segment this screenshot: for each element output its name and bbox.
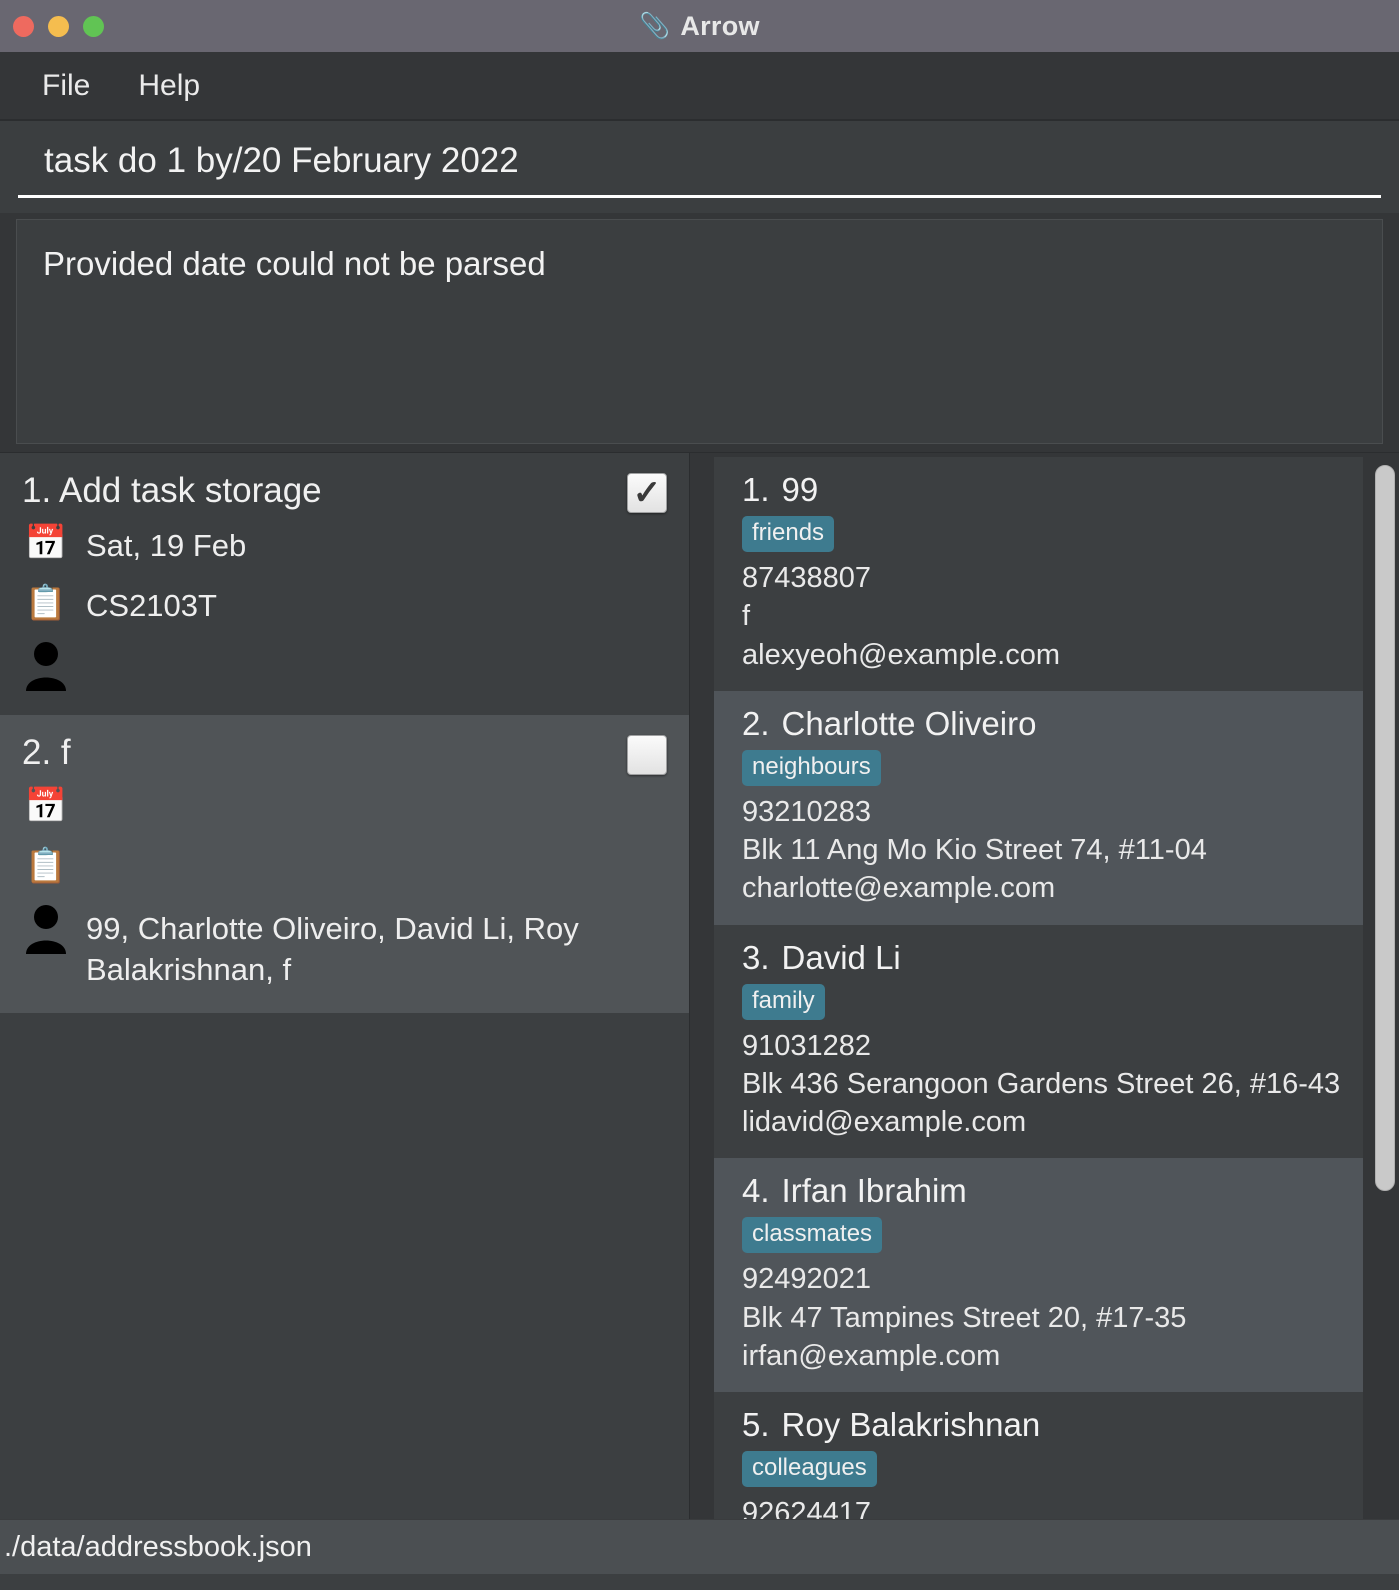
- result-display: Provided date could not be parsed: [16, 219, 1383, 444]
- main-panes: 1. Add task storage 📅 Sat, 19 Feb 📋 CS21…: [0, 452, 1399, 1519]
- contact-list-item[interactable]: 2. Charlotte Oliveiro neighbours 93210283…: [714, 690, 1363, 925]
- contact-name: David Li: [781, 938, 901, 976]
- contact-tag: colleagues: [742, 1451, 877, 1487]
- contact-name-row: 4. Irfan Ibrahim: [742, 1172, 1337, 1210]
- result-display-wrapper: Provided date could not be parsed: [0, 213, 1399, 452]
- calendar-clock-icon: 📅: [24, 786, 68, 825]
- contact-index: 5.: [742, 1406, 770, 1443]
- contact-list-scrollbar[interactable]: [1375, 461, 1395, 1513]
- address-book-icon: 📎: [639, 11, 671, 40]
- status-bar: ./data/addressbook.json: [0, 1519, 1399, 1574]
- contact-phone: 92492021: [742, 1263, 872, 1296]
- contact-index: 3.: [742, 938, 770, 976]
- contact-name: Roy Balakrishnan: [781, 1406, 1041, 1443]
- task-project-row: 📋 CS2103T: [22, 577, 667, 633]
- pane-divider[interactable]: [690, 453, 706, 1519]
- window-title-group: 📎 Arrow: [0, 11, 1399, 42]
- contact-tag: classmates: [742, 1217, 883, 1254]
- contact-tag: neighbours: [742, 749, 881, 786]
- contact-address: Blk 47 Tampines Street 20, #17-35: [742, 1301, 1187, 1334]
- checkmark-icon: ✓: [632, 474, 662, 512]
- task-list-item[interactable]: 2. f 📅 📋 99, Charlotte Oliveiro, David L…: [0, 715, 689, 1014]
- contact-name-row: 1. 99: [742, 471, 1337, 509]
- task-date: Sat, 19 Feb: [86, 528, 247, 564]
- contact-address: Blk 11 Ang Mo Kio Street 74, #11-04: [742, 834, 1207, 866]
- contact-phone: 91031282: [742, 1029, 872, 1062]
- project-icon: 📋: [24, 584, 68, 623]
- person-icon: [22, 637, 70, 692]
- person-icon: [22, 900, 70, 954]
- contact-name: Charlotte Oliveiro: [781, 704, 1037, 742]
- save-location-status: ./data/addressbook.json: [4, 1530, 312, 1563]
- task-done-checkbox[interactable]: ✓: [627, 473, 667, 513]
- maximize-window-button[interactable]: [83, 15, 104, 37]
- contact-email: alexyeoh@example.com: [742, 638, 1060, 671]
- task-title: 1. Add task storage: [22, 471, 322, 510]
- contact-list-item[interactable]: 5.Roy Balakrishnan colleagues 92624417 B…: [714, 1392, 1363, 1519]
- contact-address: Blk 436 Serangoon Gardens Street 26, #16…: [742, 1067, 1341, 1100]
- task-list-panel[interactable]: 1. Add task storage 📅 Sat, 19 Feb 📋 CS21…: [0, 453, 690, 1519]
- contact-phone: 93210283: [742, 795, 872, 828]
- contact-list-item[interactable]: 4. Irfan Ibrahim classmates 92492021 Blk …: [714, 1158, 1363, 1392]
- calendar-clock-icon: 📅: [24, 524, 68, 563]
- task-date-row: 📅 Sat, 19 Feb: [22, 517, 667, 573]
- task-list-item[interactable]: 1. Add task storage 📅 Sat, 19 Feb 📋 CS21…: [0, 453, 689, 716]
- task-people-row: [22, 637, 667, 693]
- task-project-row: 📋: [22, 840, 667, 896]
- command-input[interactable]: [18, 136, 1381, 198]
- contact-name-row: 3. David Li: [742, 939, 1337, 977]
- contact-index: 4.: [742, 1172, 770, 1210]
- contact-email: lidavid@example.com: [742, 1106, 1027, 1138]
- menu-bar: File Help: [0, 52, 1399, 121]
- contact-email: irfan@example.com: [742, 1339, 1001, 1372]
- task-people-row: 99, Charlotte Oliveiro, David Li, Roy Ba…: [22, 900, 667, 992]
- menu-item-help[interactable]: Help: [128, 65, 210, 107]
- scrollbar-thumb[interactable]: [1375, 465, 1395, 1191]
- contact-list-item[interactable]: 1. 99 friends 87438807 f alexyeoh@example…: [714, 457, 1363, 691]
- task-done-checkbox[interactable]: [627, 735, 667, 776]
- task-people: 99, Charlotte Oliveiro, David Li, Roy Ba…: [86, 910, 579, 988]
- contact-address: f: [742, 600, 751, 633]
- contact-email: charlotte@example.com: [742, 872, 1056, 905]
- task-date-row: 📅: [22, 780, 667, 836]
- window-titlebar: 📎 Arrow: [0, 0, 1399, 52]
- contact-index: 2.: [742, 704, 770, 742]
- contact-list-item[interactable]: 3. David Li family 91031282 Blk 436 Seran…: [714, 924, 1363, 1159]
- contact-name: Irfan Ibrahim: [781, 1172, 967, 1210]
- contact-name: 99: [781, 471, 819, 508]
- command-box: [0, 121, 1399, 213]
- contact-tag: family: [742, 983, 825, 1020]
- contact-phone: 87438807: [742, 562, 872, 594]
- task-project: CS2103T: [86, 588, 217, 624]
- contact-tag: friends: [742, 516, 835, 552]
- menu-item-file[interactable]: File: [32, 65, 100, 107]
- contact-name-row: 5. Roy Balakrishnan: [742, 1406, 1337, 1444]
- task-title: 2. f: [22, 733, 71, 773]
- contact-list-panel[interactable]: 1. 99 friends 87438807 f alexyeoh@example…: [706, 453, 1399, 1519]
- window-title: Arrow: [680, 10, 760, 41]
- contact-list: 1. 99 friends 87438807 f alexyeoh@example…: [706, 453, 1399, 1519]
- contact-name-row: 2. Charlotte Oliveiro: [742, 705, 1337, 743]
- project-icon: 📋: [24, 846, 68, 885]
- traffic-light-group: [13, 15, 104, 37]
- contact-index: 1.: [742, 471, 770, 508]
- close-window-button[interactable]: [13, 15, 34, 37]
- minimize-window-button[interactable]: [48, 15, 69, 37]
- contact-phone: 92624417: [742, 1497, 872, 1519]
